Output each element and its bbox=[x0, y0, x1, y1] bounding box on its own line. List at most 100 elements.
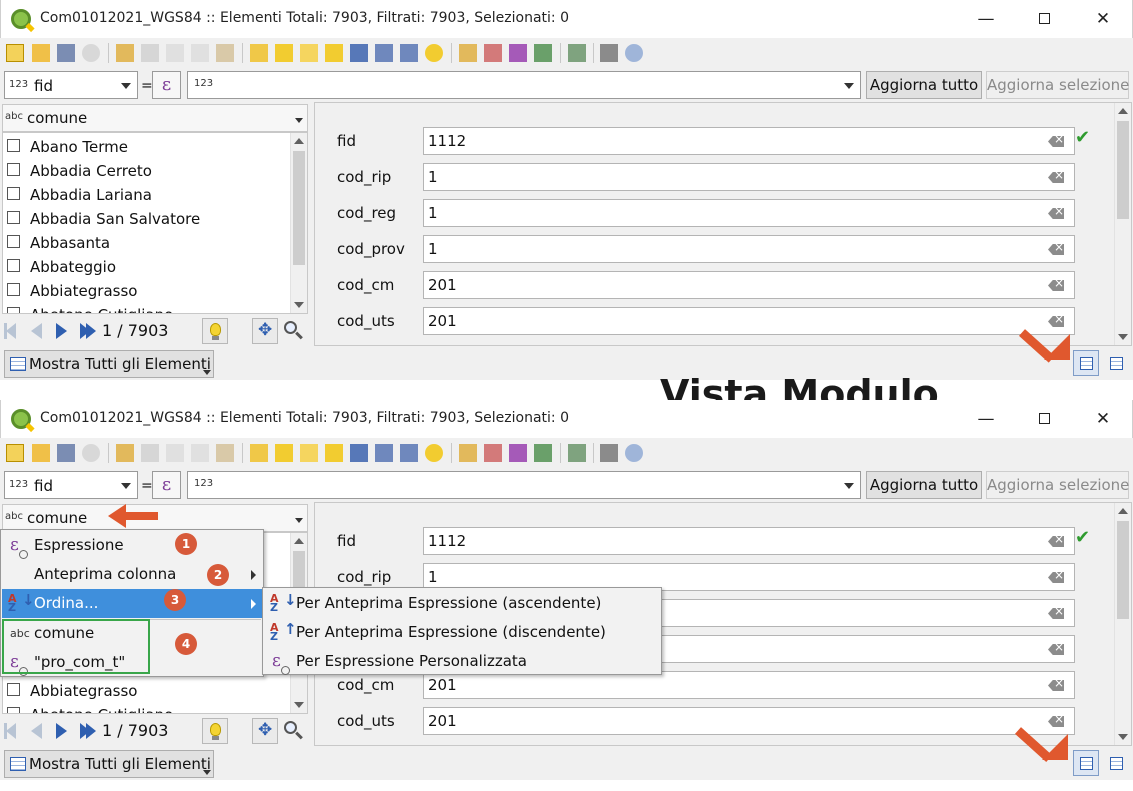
toggle-editing-icon[interactable] bbox=[6, 444, 24, 462]
add-feature-icon[interactable] bbox=[116, 44, 134, 62]
update-selection-button[interactable]: Aggiorna selezione bbox=[986, 471, 1129, 499]
delete-field-icon[interactable] bbox=[484, 444, 502, 462]
checkbox[interactable] bbox=[7, 707, 20, 713]
actions-icon[interactable] bbox=[568, 444, 586, 462]
first-feature-icon[interactable] bbox=[6, 323, 16, 339]
clear-icon[interactable] bbox=[1048, 172, 1064, 183]
maximize-button[interactable] bbox=[1015, 0, 1073, 38]
actions-icon[interactable] bbox=[568, 44, 586, 62]
display-column-select[interactable]: abc comune bbox=[2, 104, 308, 132]
scroll-thumb[interactable] bbox=[293, 151, 305, 265]
list-item[interactable]: Abbadia Lariana bbox=[3, 183, 291, 207]
checkbox[interactable] bbox=[7, 163, 20, 176]
scroll-thumb[interactable] bbox=[1117, 121, 1129, 219]
list-item[interactable]: Abbiategrasso bbox=[3, 279, 291, 303]
help-icon[interactable] bbox=[625, 44, 643, 62]
expression-button[interactable]: ε bbox=[152, 71, 181, 99]
close-button[interactable]: ✕ bbox=[1074, 400, 1132, 438]
scroll-down-icon[interactable] bbox=[1118, 334, 1128, 340]
form-scrollbar[interactable] bbox=[1114, 103, 1131, 345]
conditional-formatting-icon[interactable] bbox=[534, 44, 552, 62]
checkbox[interactable] bbox=[7, 259, 20, 272]
field-input[interactable]: 1 bbox=[423, 235, 1075, 263]
scroll-up-icon[interactable] bbox=[1118, 108, 1128, 114]
next-feature-icon[interactable] bbox=[56, 723, 67, 739]
scroll-up-icon[interactable] bbox=[294, 538, 304, 544]
list-item[interactable]: Abetone Cutigliano bbox=[3, 703, 291, 713]
save-edits-icon[interactable] bbox=[57, 44, 75, 62]
select-by-expression-icon[interactable] bbox=[250, 44, 268, 62]
toggle-editing-icon[interactable] bbox=[6, 44, 24, 62]
select-all-icon[interactable] bbox=[275, 444, 293, 462]
list-scrollbar[interactable] bbox=[290, 133, 307, 313]
highlight-feature-button[interactable] bbox=[202, 718, 228, 744]
clear-icon[interactable] bbox=[1048, 136, 1064, 147]
first-feature-icon[interactable] bbox=[6, 723, 16, 739]
filter-value-input[interactable]: 123 bbox=[187, 71, 861, 99]
clear-icon[interactable] bbox=[1048, 680, 1064, 691]
list-item[interactable]: Abano Terme bbox=[3, 135, 291, 159]
clear-icon[interactable] bbox=[1048, 608, 1064, 619]
scroll-down-icon[interactable] bbox=[294, 302, 304, 308]
minimize-button[interactable]: — bbox=[957, 0, 1015, 38]
field-input[interactable]: 1 bbox=[423, 199, 1075, 227]
list-item[interactable]: Abbasanta bbox=[3, 231, 291, 255]
update-all-button[interactable]: Aggiorna tutto bbox=[866, 71, 982, 99]
field-select[interactable]: 123 fid bbox=[4, 71, 138, 99]
add-feature-icon[interactable] bbox=[116, 444, 134, 462]
menu-item-sort[interactable]: A Z ↓ Ordina... bbox=[2, 589, 262, 618]
zoom-to-feature-icon[interactable] bbox=[284, 321, 297, 334]
previous-feature-icon[interactable] bbox=[31, 723, 42, 739]
deselect-all-icon[interactable] bbox=[325, 44, 343, 62]
next-feature-icon[interactable] bbox=[56, 323, 67, 339]
dock-icon[interactable] bbox=[600, 44, 618, 62]
checkbox[interactable] bbox=[7, 211, 20, 224]
scroll-down-icon[interactable] bbox=[294, 702, 304, 708]
field-select[interactable]: 123 fid bbox=[4, 471, 138, 499]
zoom-to-feature-icon[interactable] bbox=[284, 721, 297, 734]
list-item[interactable]: Abbadia San Salvatore bbox=[3, 207, 291, 231]
scroll-up-icon[interactable] bbox=[294, 138, 304, 144]
list-item[interactable]: Abetone Cutigliano bbox=[3, 303, 291, 313]
field-input[interactable]: 1 bbox=[423, 163, 1075, 191]
pan-to-selection-icon[interactable] bbox=[400, 444, 418, 462]
copy-icon[interactable] bbox=[191, 44, 209, 62]
field-calculator-icon[interactable] bbox=[509, 444, 527, 462]
update-selection-button[interactable]: Aggiorna selezione bbox=[986, 71, 1129, 99]
new-field-icon[interactable] bbox=[459, 44, 477, 62]
select-by-expression-icon[interactable] bbox=[250, 444, 268, 462]
zoom-to-selection-icon[interactable] bbox=[425, 444, 443, 462]
filter-icon[interactable] bbox=[350, 444, 368, 462]
help-icon[interactable] bbox=[625, 444, 643, 462]
list-item[interactable]: Abbateggio bbox=[3, 255, 291, 279]
paste-icon[interactable] bbox=[216, 44, 234, 62]
paste-icon[interactable] bbox=[216, 444, 234, 462]
field-calculator-icon[interactable] bbox=[509, 44, 527, 62]
menu-item-sort-descending[interactable]: A Z ↑ Per Anteprima Espressione (discenden… bbox=[264, 618, 660, 647]
reload-icon[interactable] bbox=[82, 444, 100, 462]
field-input[interactable]: 1112 bbox=[423, 527, 1075, 555]
delete-feature-icon[interactable] bbox=[141, 444, 159, 462]
close-button[interactable]: ✕ bbox=[1074, 0, 1132, 38]
reload-icon[interactable] bbox=[82, 44, 100, 62]
minimize-button[interactable]: — bbox=[957, 400, 1015, 438]
checkbox[interactable] bbox=[7, 283, 20, 296]
show-all-features-button[interactable]: Mostra Tutti gli Elementi bbox=[4, 750, 214, 778]
delete-feature-icon[interactable] bbox=[141, 44, 159, 62]
field-input[interactable]: 201 bbox=[423, 271, 1075, 299]
multi-edit-icon[interactable] bbox=[32, 44, 50, 62]
menu-item-sort-custom-expression[interactable]: ε Per Espressione Personalizzata bbox=[264, 647, 660, 676]
cut-icon[interactable] bbox=[166, 44, 184, 62]
scroll-thumb[interactable] bbox=[1117, 521, 1129, 619]
scroll-up-icon[interactable] bbox=[1118, 508, 1128, 514]
clear-icon[interactable] bbox=[1048, 644, 1064, 655]
conditional-formatting-icon[interactable] bbox=[534, 444, 552, 462]
field-input[interactable]: 201 bbox=[423, 307, 1075, 335]
maximize-button[interactable] bbox=[1015, 400, 1073, 438]
update-all-button[interactable]: Aggiorna tutto bbox=[866, 471, 982, 499]
new-field-icon[interactable] bbox=[459, 444, 477, 462]
pan-to-feature-button[interactable] bbox=[252, 718, 278, 744]
field-input[interactable]: 201 bbox=[423, 707, 1075, 735]
table-view-button[interactable] bbox=[1103, 750, 1129, 776]
dock-icon[interactable] bbox=[600, 444, 618, 462]
